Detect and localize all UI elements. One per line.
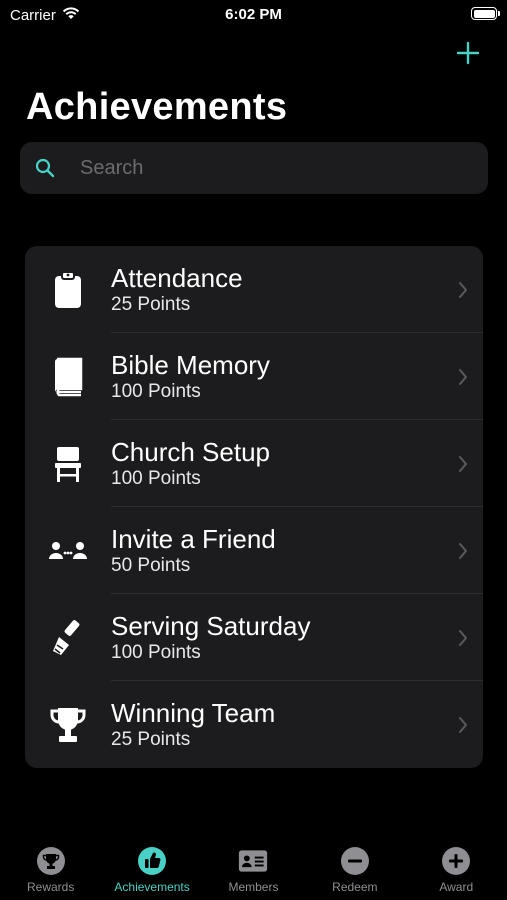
chevron-right-icon	[443, 281, 483, 299]
add-achievement-button[interactable]	[453, 38, 483, 68]
tab-rewards[interactable]: Rewards	[0, 840, 101, 900]
tab-achievements[interactable]: Achievements	[102, 840, 203, 900]
id-card-icon	[238, 846, 268, 876]
book-icon	[25, 333, 111, 420]
brush-icon	[25, 594, 111, 681]
tab-redeem[interactable]: Redeem	[304, 840, 405, 900]
chevron-right-icon	[443, 629, 483, 647]
tab-members[interactable]: Members	[203, 840, 304, 900]
tab-bar: Rewards Achievements Members Redeem Awar…	[0, 840, 507, 900]
tab-label: Redeem	[332, 880, 378, 894]
status-bar: Carrier 6:02 PM	[0, 0, 507, 30]
plus-icon	[456, 41, 480, 65]
tab-award[interactable]: Award	[406, 840, 507, 900]
list-item-attendance[interactable]: Attendance 25 Points	[25, 246, 483, 333]
chair-icon	[25, 420, 111, 507]
search-icon	[34, 157, 56, 179]
list-item-church-setup[interactable]: Church Setup 100 Points	[25, 420, 483, 507]
achievement-title: Bible Memory	[111, 349, 270, 380]
thumbs-up-circle-icon	[137, 846, 167, 876]
battery-icon	[471, 7, 500, 20]
achievement-points: 25 Points	[111, 293, 191, 315]
tab-label: Achievements	[114, 880, 190, 894]
page-title: Achievements	[26, 86, 288, 128]
achievement-points: 100 Points	[111, 467, 201, 489]
achievement-points: 25 Points	[111, 728, 191, 750]
achievements-list: Attendance 25 Points Bible Memory 100 Po…	[25, 246, 483, 768]
achievement-title: Winning Team	[111, 697, 276, 728]
search-input[interactable]	[80, 156, 460, 180]
list-item-serving-saturday[interactable]: Serving Saturday 100 Points	[25, 594, 483, 681]
achievement-title: Church Setup	[111, 436, 270, 467]
achievement-points: 100 Points	[111, 641, 201, 663]
list-item-bible-memory[interactable]: Bible Memory 100 Points	[25, 333, 483, 420]
clipboard-icon	[25, 246, 111, 333]
tab-label: Rewards	[27, 880, 75, 894]
status-time: 6:02 PM	[225, 6, 282, 23]
people-icon	[25, 507, 111, 594]
achievement-title: Invite a Friend	[111, 523, 276, 554]
chevron-right-icon	[443, 542, 483, 560]
tab-label: Award	[439, 880, 474, 894]
achievement-points: 100 Points	[111, 380, 201, 402]
plus-circle-icon	[441, 846, 471, 876]
list-item-invite-a-friend[interactable]: Invite a Friend 50 Points	[25, 507, 483, 594]
chevron-right-icon	[443, 716, 483, 734]
search-bar[interactable]	[20, 142, 488, 194]
minus-circle-icon	[340, 846, 370, 876]
tab-label: Members	[228, 880, 279, 894]
chevron-right-icon	[443, 368, 483, 386]
achievement-points: 50 Points	[111, 554, 191, 576]
achievement-title: Serving Saturday	[111, 610, 311, 641]
chevron-right-icon	[443, 455, 483, 473]
achievement-title: Attendance	[111, 262, 243, 293]
trophy-circle-icon	[36, 846, 66, 876]
trophy-icon	[25, 681, 111, 768]
list-item-winning-team[interactable]: Winning Team 25 Points	[25, 681, 483, 768]
